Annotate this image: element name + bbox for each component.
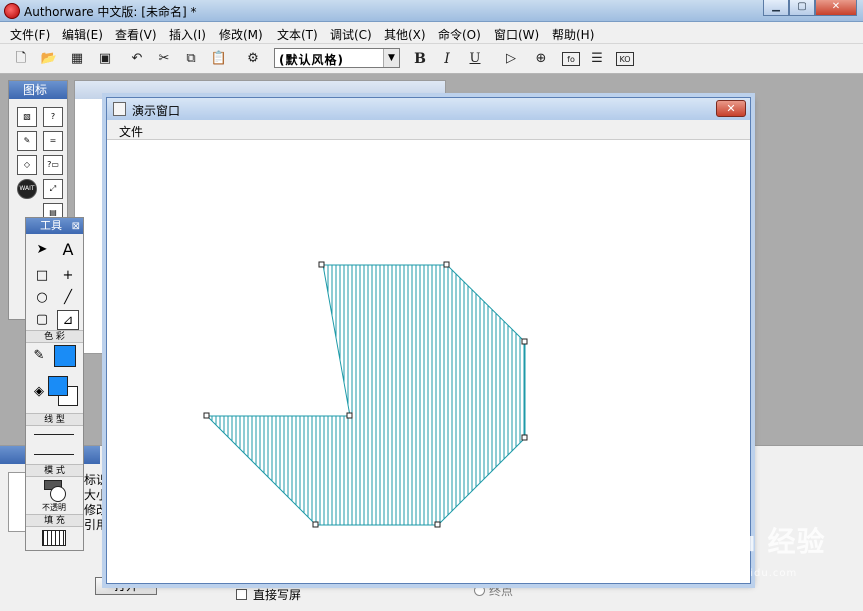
watermark-url: jingyan.baidu.com bbox=[688, 568, 798, 579]
toolbar: 🗋 📂 ▦ ▣ ↶ ✂ ⧉ 📋 ⚙ B I U ▷ ⊕ fo ☰ KO bbox=[0, 44, 863, 74]
decision-icon[interactable]: ? bbox=[43, 107, 63, 127]
direct-write-label: 直接写屏 bbox=[253, 588, 302, 602]
drawn-polygon[interactable] bbox=[205, 264, 526, 526]
polygon-tool-icon[interactable]: ⊿ bbox=[57, 310, 79, 330]
run-icon[interactable]: ▷ bbox=[502, 50, 520, 68]
rectangle-tool-icon[interactable]: □ bbox=[31, 266, 53, 286]
paste-icon[interactable]: 📋 bbox=[210, 50, 228, 68]
app-title-bar: Authorware 中文版: [未命名] * ▁ ▢ ✕ bbox=[0, 0, 863, 22]
menu-edit[interactable]: 编辑(E) bbox=[62, 26, 103, 43]
mode-value: 不透明 bbox=[42, 503, 66, 512]
menu-other[interactable]: 其他(X) bbox=[384, 26, 426, 43]
undo-icon[interactable]: ↶ bbox=[128, 50, 146, 68]
maximize-button[interactable]: ▢ bbox=[789, 0, 815, 16]
display-icon[interactable]: ▧ bbox=[17, 107, 37, 127]
line-style-medium[interactable] bbox=[34, 454, 74, 455]
bold-button[interactable]: B bbox=[411, 50, 429, 68]
erase-icon[interactable]: ◇ bbox=[17, 155, 37, 175]
open-file-icon[interactable]: 📂 bbox=[40, 50, 58, 68]
menu-view[interactable]: 查看(V) bbox=[115, 26, 157, 43]
underline-button[interactable]: U bbox=[466, 50, 484, 68]
line-color-swatch[interactable] bbox=[54, 345, 76, 367]
menu-text[interactable]: 文本(T) bbox=[277, 26, 318, 43]
save-all-icon[interactable]: ▦ bbox=[68, 50, 86, 68]
color-section-label: 色 彩 bbox=[26, 330, 83, 343]
fill-color-icon[interactable]: ◈ bbox=[28, 382, 50, 402]
copy-icon[interactable]: ⧉ bbox=[182, 50, 200, 68]
direct-write-checkbox[interactable] bbox=[236, 589, 247, 600]
watermark-brand: Baidu 经验 bbox=[662, 525, 826, 558]
tools-palette-title-text: 工具 bbox=[40, 219, 62, 232]
label-reference: 引用 bbox=[84, 518, 109, 532]
interaction-icon[interactable]: ?▭ bbox=[43, 155, 63, 175]
minimize-button[interactable]: ▁ bbox=[763, 0, 789, 16]
presentation-window: 演示窗口 ✕ 文件 bbox=[106, 97, 751, 584]
calculation-icon[interactable]: = bbox=[43, 131, 63, 151]
menu-bar: 文件(F) 编辑(E) 查看(V) 插入(I) 修改(M) 文本(T) 调试(C… bbox=[0, 22, 863, 44]
map-icon[interactable]: ⤢ bbox=[43, 179, 63, 199]
menu-window[interactable]: 窗口(W) bbox=[494, 26, 539, 43]
wait-icon[interactable]: WAIT bbox=[17, 179, 37, 199]
menu-help[interactable]: 帮助(H) bbox=[552, 26, 594, 43]
new-file-icon[interactable]: 🗋 bbox=[12, 50, 30, 68]
knowledge-object-icon[interactable]: KO bbox=[616, 52, 634, 66]
pointer-tool-icon[interactable]: ➤ bbox=[31, 240, 53, 260]
drawing-canvas[interactable] bbox=[107, 98, 750, 583]
mode-preview-circle[interactable] bbox=[50, 486, 66, 502]
motion-icon[interactable]: ✎ bbox=[17, 131, 37, 151]
menu-command[interactable]: 命令(O) bbox=[438, 26, 481, 43]
line-style-thin[interactable] bbox=[34, 434, 74, 435]
mode-section-label: 模 式 bbox=[26, 464, 83, 477]
window-controls: ▁ ▢ ✕ bbox=[763, 0, 857, 16]
close-button[interactable]: ✕ bbox=[815, 0, 857, 16]
tools-palette-title: 工具 ⊠ bbox=[26, 218, 83, 234]
close-icon[interactable]: ⊠ bbox=[72, 219, 80, 235]
text-style-value: (默认风格) bbox=[279, 53, 344, 67]
app-title: Authorware 中文版: [未命名] * bbox=[24, 5, 197, 19]
straight-line-tool-icon[interactable]: + bbox=[57, 266, 79, 286]
variable-icon[interactable]: ☰ bbox=[588, 50, 606, 68]
menu-modify[interactable]: 修改(M) bbox=[219, 26, 263, 43]
fill-section-label: 填 充 bbox=[26, 514, 83, 527]
control-panel-icon[interactable]: ⊕ bbox=[532, 50, 550, 68]
find-icon[interactable]: ⚙ bbox=[244, 50, 262, 68]
fill-pattern-swatch[interactable] bbox=[42, 530, 66, 546]
line-color-icon[interactable]: ✎ bbox=[28, 346, 50, 366]
text-tool-icon[interactable]: A bbox=[57, 240, 79, 260]
italic-button[interactable]: I bbox=[438, 50, 456, 68]
chevron-down-icon[interactable]: ▼ bbox=[383, 49, 399, 67]
import-icon[interactable]: ▣ bbox=[96, 50, 114, 68]
authorware-logo-icon bbox=[4, 3, 20, 19]
menu-debug[interactable]: 调试(C) bbox=[330, 26, 372, 43]
text-style-select[interactable]: (默认风格) ▼ bbox=[274, 48, 400, 68]
line-section-label: 线 型 bbox=[26, 413, 83, 426]
ellipse-tool-icon[interactable]: ○ bbox=[31, 288, 53, 308]
function-icon[interactable]: fo bbox=[562, 52, 580, 66]
cut-icon[interactable]: ✂ bbox=[155, 50, 173, 68]
foreground-color-swatch[interactable] bbox=[48, 376, 68, 396]
end-label: 终点 bbox=[489, 584, 514, 598]
rounded-rectangle-tool-icon[interactable]: ▢ bbox=[31, 310, 53, 330]
tools-palette: 工具 ⊠ ➤ A □ + ○ ╱ ▢ ⊿ 色 彩 ✎ ◈ 线 型 模 式 不透明 … bbox=[25, 217, 84, 551]
direct-write-option[interactable]: 直接写屏 bbox=[236, 586, 301, 603]
end-option[interactable]: 终点 bbox=[474, 582, 513, 599]
icons-palette-title: 图标 bbox=[9, 81, 67, 99]
menu-file[interactable]: 文件(F) bbox=[10, 26, 50, 43]
menu-insert[interactable]: 插入(I) bbox=[169, 26, 206, 43]
diagonal-line-tool-icon[interactable]: ╱ bbox=[57, 288, 79, 308]
end-radio[interactable] bbox=[474, 585, 485, 596]
